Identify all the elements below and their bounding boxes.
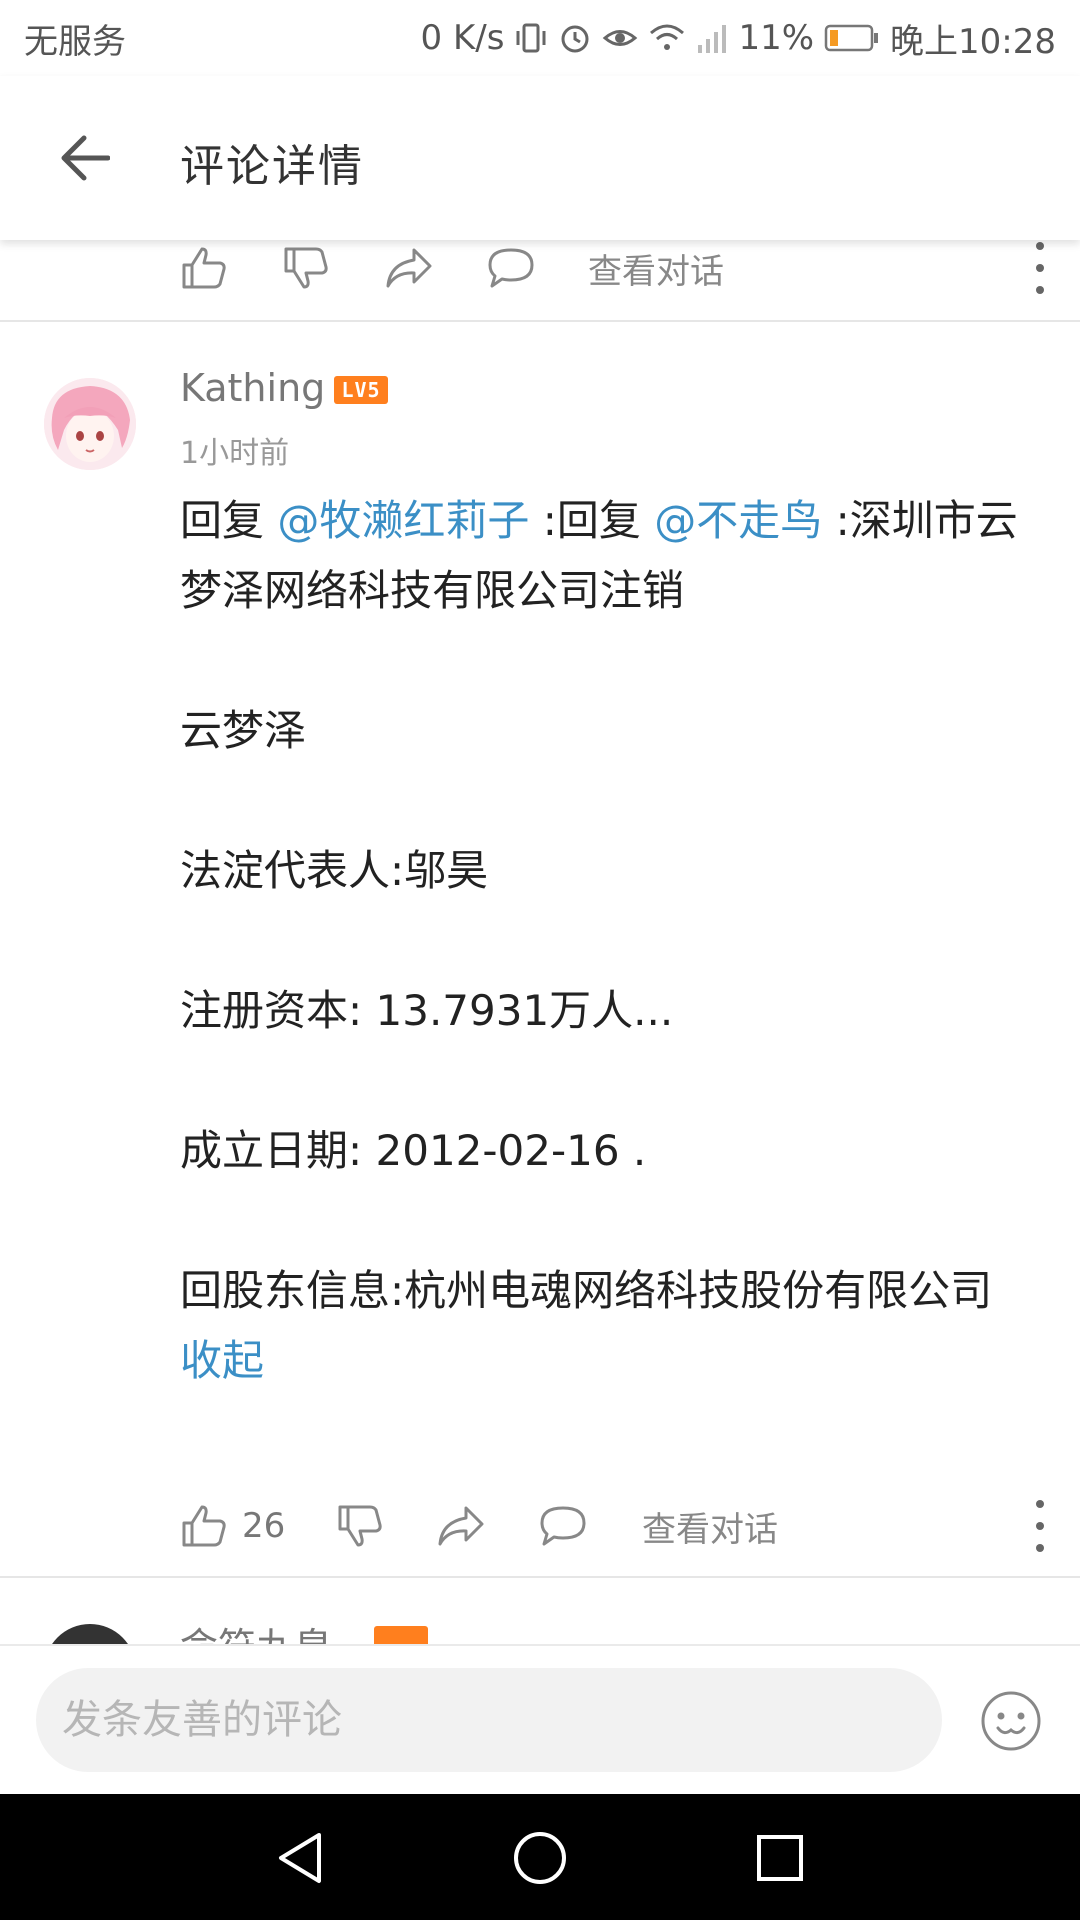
smiley-icon [981, 1691, 1041, 1751]
nav-back-button[interactable] [268, 1826, 332, 1890]
level-badge: LV5 [334, 376, 388, 404]
comment-bubble-icon [540, 1506, 586, 1546]
view-dialog-label: 查看对话 [588, 251, 724, 292]
like-button[interactable]: 26 [180, 1486, 285, 1566]
reply-button[interactable] [538, 1486, 588, 1566]
comment-line: 注册资本: 13.7931万人... [180, 986, 674, 1035]
collapse-link[interactable]: 收起 [180, 1336, 264, 1385]
share-arrow-icon [386, 248, 432, 288]
dislike-button[interactable] [336, 1486, 384, 1566]
comment-time: 1小时前 [180, 436, 290, 471]
circle-home-icon [514, 1832, 566, 1884]
divider [0, 1576, 1080, 1578]
status-bar: 无服务 0 K/s 11% 晚上10:28 [0, 0, 1080, 76]
net-speed: 0 K/s [420, 18, 505, 58]
more-options-icon[interactable] [1028, 242, 1052, 294]
dislike-button[interactable] [282, 240, 330, 308]
eye-icon [602, 21, 638, 55]
level-badge [374, 1626, 428, 1644]
page-title: 评论详情 [180, 141, 364, 192]
nav-home-button[interactable] [508, 1826, 572, 1890]
view-dialog-label: 查看对话 [642, 1509, 778, 1550]
comment-line: 成立日期: 2012-02-16 . [180, 1126, 647, 1175]
square-recents-icon [757, 1835, 803, 1881]
comment-action-bar: 查看对话 [0, 240, 1080, 308]
like-button[interactable] [180, 240, 228, 308]
thumbs-down-icon [338, 1505, 382, 1547]
carrier-label: 无服务 [24, 21, 126, 62]
share-button[interactable] [384, 240, 434, 308]
mention-link[interactable]: @不走鸟 [654, 496, 822, 545]
comment-username[interactable]: Kathing [180, 366, 325, 410]
wifi-icon [648, 21, 686, 55]
comment-list[interactable]: 查看对话 Kathing LV5 1小时前 回复 @牧濑红莉子 :回复 @不走鸟… [0, 240, 1080, 1644]
vibrate-icon [514, 21, 548, 55]
back-button[interactable] [52, 128, 116, 188]
avatar[interactable] [44, 378, 136, 470]
comment-input[interactable] [36, 1668, 942, 1772]
more-options-icon[interactable] [1028, 1500, 1052, 1552]
system-nav-bar [0, 1794, 1080, 1920]
thumbs-down-icon [284, 247, 328, 289]
reply-button[interactable] [486, 240, 536, 308]
view-dialog-link[interactable]: 查看对话 [588, 240, 724, 308]
comment-line: 云梦泽 [180, 706, 307, 755]
mention-link[interactable]: @牧濑红莉子 [277, 496, 529, 545]
comment-text[interactable]: 回复 @牧濑红莉子 :回复 @不走鸟 :深圳市云梦泽网络科技有限公司注销 云梦泽… [180, 486, 1050, 1396]
avatar[interactable] [44, 1624, 136, 1644]
comment-line: 法淀代表人:邬昊 [180, 846, 489, 895]
thumbs-up-icon [182, 247, 226, 289]
reply-prefix: 回复 [180, 496, 278, 545]
comment-action-bar: 26 查看对话 [0, 1486, 1080, 1566]
comment-line: 回股东信息:杭州电魂网络科技股份有限公司 [180, 1266, 993, 1315]
comment-username[interactable]: 命符九皇 [180, 1616, 332, 1644]
view-dialog-link[interactable]: 查看对话 [642, 1486, 778, 1566]
thumbs-up-icon [182, 1505, 226, 1547]
comment-bubble-icon [488, 248, 534, 288]
comment-input-bar [0, 1644, 1080, 1794]
nav-recents-button[interactable] [748, 1826, 812, 1890]
share-button[interactable] [436, 1486, 486, 1566]
signal-icon [696, 21, 728, 55]
like-count: 26 [242, 1506, 286, 1546]
triangle-back-icon [279, 1833, 321, 1883]
reply-prefix: :回复 [529, 496, 655, 545]
share-arrow-icon [438, 1506, 484, 1546]
battery-icon [824, 23, 880, 53]
arrow-left-icon [61, 135, 110, 181]
app-header: 评论详情 [0, 76, 1080, 240]
alarm-icon [558, 21, 592, 55]
battery-percent: 11% [738, 18, 815, 58]
avatar-image [44, 378, 136, 470]
divider [0, 320, 1080, 322]
emoji-button[interactable] [980, 1690, 1042, 1752]
clock: 晚上10:28 [890, 21, 1056, 62]
